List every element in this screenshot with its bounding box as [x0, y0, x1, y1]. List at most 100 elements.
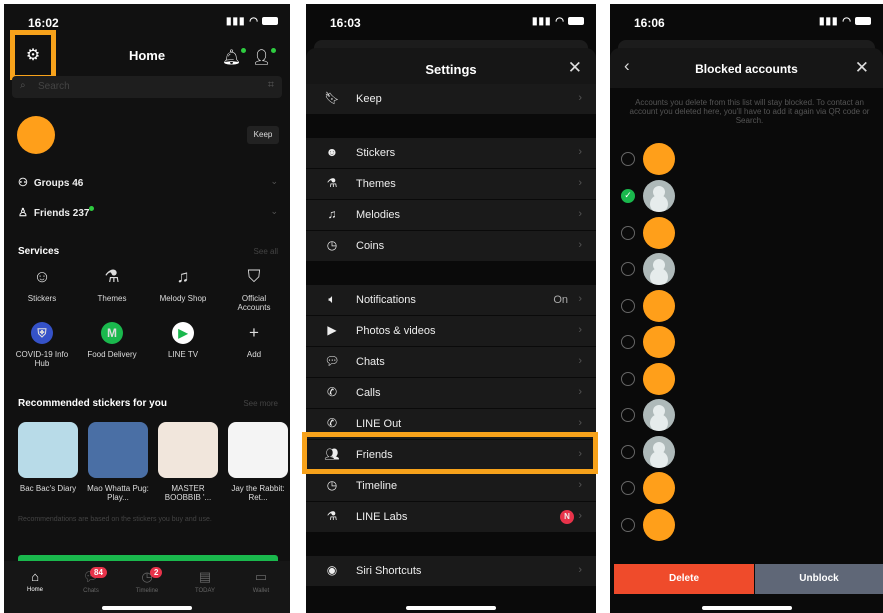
row-label: Themes [356, 178, 396, 190]
bell-icon[interactable]: 🔔︎ [222, 48, 246, 66]
blocked-account-row[interactable] [610, 324, 883, 360]
sticker-thumb[interactable] [88, 422, 148, 478]
avatar [643, 290, 675, 322]
search-placeholder: Search [38, 81, 70, 92]
blocked-account-row[interactable]: ✓ [610, 178, 883, 214]
service-stickers[interactable]: ☺ Stickers [14, 266, 70, 303]
chevron-right-icon: › [578, 177, 582, 189]
status-time: 16:06 [634, 16, 665, 30]
row-label: Chats [356, 356, 385, 368]
select-radio[interactable] [621, 445, 635, 459]
chevron-right-icon: › [578, 386, 582, 398]
service-melody-shop[interactable]: ♫ Melody Shop [155, 266, 211, 303]
select-radio[interactable] [621, 481, 635, 495]
status-time: 16:03 [330, 16, 361, 30]
service-food-delivery[interactable]: M Food Delivery [84, 322, 140, 359]
chat-icon: 💬︎ [324, 354, 340, 368]
close-icon[interactable]: ✕ [568, 58, 582, 78]
select-radio[interactable] [621, 299, 635, 313]
select-radio[interactable] [621, 408, 635, 422]
settings-row-notifications[interactable]: 🔈︎ Notifications On › [306, 285, 596, 315]
tab-label: TODAY [194, 588, 216, 594]
friends-row[interactable]: ♙ Friends 237 [18, 206, 95, 219]
service-label: Food Delivery [87, 350, 137, 359]
blocked-account-row[interactable] [610, 361, 883, 397]
settings-row-calls[interactable]: ✆ Calls › [306, 378, 596, 408]
sticker-thumb[interactable] [228, 422, 288, 478]
row-label: Coins [356, 240, 385, 252]
blocked-account-row[interactable] [610, 434, 883, 470]
service-label: Melody Shop [159, 294, 207, 303]
settings-row-line-labs[interactable]: ⚗ LINE Labs N › [306, 502, 596, 532]
service-label: LINE TV [167, 350, 199, 359]
select-radio[interactable] [621, 262, 635, 276]
service-label: Add [246, 350, 262, 359]
chevron-right-icon: › [578, 293, 582, 305]
tab-home[interactable]: ⌂ Home [10, 569, 60, 593]
blocked-account-row[interactable] [610, 507, 883, 543]
blocked-account-row[interactable] [610, 397, 883, 433]
avatar[interactable] [17, 116, 55, 154]
blocked-account-row[interactable] [610, 251, 883, 287]
tab-today[interactable]: ▤ TODAY [180, 569, 230, 594]
see-more-link[interactable]: See more [243, 399, 278, 408]
flask-icon: ⚗ [326, 509, 338, 523]
add-friend-icon[interactable]: 👤︎ [252, 48, 276, 66]
blocked-account-row[interactable] [610, 288, 883, 324]
settings-row-timeline[interactable]: ◷ Timeline › [306, 471, 596, 501]
service-covid[interactable]: ⛨ COVID-19 Info Hub [14, 322, 70, 368]
blocked-account-row[interactable] [610, 470, 883, 506]
divider [306, 261, 596, 285]
close-icon[interactable]: ✕ [855, 58, 869, 78]
settings-row-photos-videos[interactable]: ▶ Photos & videos › [306, 316, 596, 346]
friends-highlight-box [302, 432, 598, 474]
unblock-button[interactable]: Unblock [755, 564, 883, 594]
chevron-right-icon: › [578, 324, 582, 336]
settings-row-melodies[interactable]: ♫ Melodies › [306, 200, 596, 230]
flask-icon: ⚗ [104, 267, 120, 286]
blocked-account-row[interactable] [610, 141, 883, 177]
settings-gear-icon[interactable]: ⚙ [10, 30, 56, 80]
select-radio[interactable] [621, 226, 635, 240]
settings-row-themes[interactable]: ⚗ Themes › [306, 169, 596, 199]
blocked-account-row[interactable] [610, 215, 883, 251]
select-radio[interactable] [621, 152, 635, 166]
service-line-tv[interactable]: ▶ LINE TV [155, 322, 211, 359]
select-radio[interactable] [621, 372, 635, 386]
settings-row-chats[interactable]: 💬︎ Chats › [306, 347, 596, 377]
groups-row[interactable]: ⚇ Groups 46 [18, 176, 83, 189]
tab-wallet[interactable]: ▭ Wallet [236, 569, 286, 594]
keep-button[interactable]: Keep [247, 126, 279, 144]
avatar [643, 253, 675, 285]
flask-icon: ⚗ [326, 176, 338, 190]
delete-button[interactable]: Delete [614, 564, 754, 594]
settings-row-coins[interactable]: ◷ Coins › [306, 231, 596, 261]
row-label: Notifications [356, 294, 416, 306]
tab-timeline[interactable]: ◷ Timeline [122, 569, 172, 594]
see-all-link[interactable]: See all [254, 247, 278, 256]
music-icon: ♫ [176, 267, 190, 286]
row-label: LINE Out [356, 418, 402, 430]
select-radio[interactable] [621, 518, 635, 532]
service-official-accounts[interactable]: ⛉ Official Accounts [226, 266, 282, 312]
status-icons: ▮▮▮ ◠ [819, 16, 871, 27]
clock-icon: ◷ [326, 478, 338, 492]
chevron-right-icon: › [578, 479, 582, 491]
service-themes[interactable]: ⚗ Themes [84, 266, 140, 303]
row-label: Timeline [356, 480, 398, 492]
settings-row-stickers[interactable]: ☻ Stickers › [306, 138, 596, 168]
scan-icon[interactable]: ⌗ [268, 79, 274, 92]
sticker-thumb[interactable] [158, 422, 218, 478]
avatar [643, 363, 675, 395]
chevron-right-icon: › [578, 510, 582, 522]
settings-row-siri-shortcuts[interactable]: ◉ Siri Shortcuts › [306, 556, 596, 586]
search-input[interactable]: ⌕ Search ⌗ [12, 76, 282, 98]
chats-badge: 84 [90, 567, 107, 578]
sticker-thumb[interactable] [18, 422, 78, 478]
chevron-right-icon: › [578, 417, 582, 429]
select-radio-checked[interactable]: ✓ [621, 189, 635, 203]
home-indicator [406, 606, 496, 610]
service-add[interactable]: + Add [226, 322, 282, 359]
select-radio[interactable] [621, 335, 635, 349]
settings-row-keep[interactable]: 🔖︎ Keep › [306, 84, 596, 114]
